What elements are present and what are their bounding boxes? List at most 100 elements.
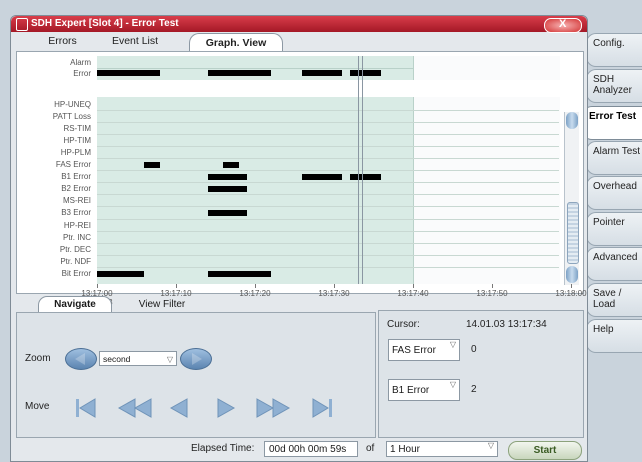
start-button[interactable]: Start xyxy=(508,441,582,460)
main-window: SDH Expert [Slot 4] - Error Test X Error… xyxy=(10,15,588,440)
event-bar xyxy=(302,70,342,76)
event-bar xyxy=(144,162,161,169)
skip-end-icon xyxy=(312,398,332,418)
counter-select-1[interactable]: FAS Error ▽ xyxy=(388,339,460,361)
skip-start-icon xyxy=(76,398,96,418)
tab-overhead[interactable]: Overhead xyxy=(586,176,642,210)
grid-line xyxy=(97,146,559,148)
row-label-b1-error: B1 Error xyxy=(61,172,91,182)
grid-line xyxy=(97,230,559,232)
tick-mark xyxy=(97,284,98,288)
duration-value: 1 Hour xyxy=(390,444,421,455)
move-back-button[interactable] xyxy=(167,397,191,419)
tab-label: SDH Analyzer xyxy=(593,74,632,96)
row-label-alarm: Alarm xyxy=(70,58,91,67)
tick-mark xyxy=(492,284,493,288)
zoom-in-button[interactable] xyxy=(180,348,212,370)
zoom-select[interactable]: second ▽ xyxy=(99,351,177,366)
chevron-down-icon: ▽ xyxy=(449,380,456,389)
grid-line xyxy=(97,206,559,208)
scroll-down-icon[interactable] xyxy=(566,266,578,283)
event-bar xyxy=(97,70,161,76)
row-label-ptr-dec: Ptr. DEC xyxy=(59,244,91,254)
tab-label: Save / Load xyxy=(593,288,622,310)
grid-line xyxy=(97,110,559,112)
grid-line xyxy=(97,134,559,136)
app-icon xyxy=(16,18,28,31)
cursor-label: Cursor: xyxy=(387,319,420,330)
row-label-ptr-inc: Ptr. INC xyxy=(62,232,91,242)
error-graph: Alarm Error HP-UNEQ PATT Loss RS-TIM HP-TIM… xyxy=(16,51,587,307)
row-label-rs-tim: RS-TIM xyxy=(63,124,91,134)
move-last-button[interactable] xyxy=(309,397,335,419)
tab-label: Alarm Test xyxy=(593,146,641,157)
row-label-fas-error: FAS Error xyxy=(55,160,91,170)
fast-back-icon xyxy=(117,398,152,418)
tab-save-load[interactable]: Save / Load xyxy=(586,283,642,317)
move-label: Move xyxy=(25,401,50,412)
elapsed-time-field: 00d 00h 00m 59s xyxy=(264,441,358,457)
close-button[interactable]: X xyxy=(544,18,582,33)
row-label-hp-tim: HP-TIM xyxy=(63,136,91,146)
tab-event-list[interactable]: Event List xyxy=(95,35,175,50)
tab-advanced[interactable]: Advanced xyxy=(586,247,642,281)
graph-scrollbar[interactable] xyxy=(564,112,579,285)
row-label-ms-rei: MS-REI xyxy=(63,196,91,206)
window-title: SDH Expert [Slot 4] - Error Test xyxy=(31,18,179,29)
event-bar xyxy=(207,70,271,76)
move-fast-forward-button[interactable] xyxy=(253,397,293,419)
row-label-hp-plm: HP-PLM xyxy=(60,148,91,158)
tab-alarm-test[interactable]: Alarm Test xyxy=(586,141,642,175)
event-bar xyxy=(207,270,271,277)
move-forward-button[interactable] xyxy=(214,397,238,419)
event-bar xyxy=(207,186,248,193)
tab-error-test[interactable]: Error Test xyxy=(582,106,642,140)
grid-line xyxy=(97,122,559,124)
event-bar xyxy=(349,70,382,76)
title-bar: SDH Expert [Slot 4] - Error Test X xyxy=(11,16,587,33)
tab-navigate[interactable]: Navigate xyxy=(38,296,112,312)
counter-value: 2 xyxy=(471,384,477,395)
move-fast-back-button[interactable] xyxy=(115,397,155,419)
tab-label: Config. xyxy=(593,38,625,49)
navigate-panel: Zoom second ▽ Move xyxy=(16,312,376,438)
event-bar xyxy=(302,174,342,181)
of-label: of xyxy=(366,443,375,454)
grid-line xyxy=(97,254,559,256)
tab-errors[interactable]: Errors xyxy=(35,35,90,50)
counter-select-2[interactable]: B1 Error ▽ xyxy=(388,379,460,401)
cursor-panel: Cursor: 14.01.03 13:17:34 FAS Error ▽ 0 B… xyxy=(378,310,584,438)
scroll-thumb[interactable] xyxy=(567,202,579,264)
tab-help[interactable]: Help xyxy=(586,319,642,353)
step-forward-icon xyxy=(217,398,236,418)
cursor-value: 14.01.03 13:17:34 xyxy=(466,319,547,330)
duration-select[interactable]: 1 Hour ▽ xyxy=(386,441,498,457)
tab-view-filter[interactable]: View Filter xyxy=(124,297,200,312)
chevron-down-icon: ▽ xyxy=(166,355,173,364)
cursor-line[interactable] xyxy=(358,56,359,284)
grid-line xyxy=(97,170,559,172)
grid-line xyxy=(97,158,559,160)
step-back-icon xyxy=(169,398,188,418)
view-tabs: Errors Event List Graph. View xyxy=(11,33,587,52)
row-label-ptr-ndf: Ptr. NDF xyxy=(60,256,91,266)
scroll-up-icon[interactable] xyxy=(566,112,578,129)
row-label-b3-error: B3 Error xyxy=(61,208,91,218)
zoom-select-value: second xyxy=(103,354,131,364)
tab-sdh-analyzer[interactable]: SDH Analyzer xyxy=(586,69,642,103)
row-label-b2-error: B2 Error xyxy=(61,184,91,194)
tick-mark xyxy=(334,284,335,288)
tick-mark xyxy=(571,284,572,288)
summary-band xyxy=(97,56,413,80)
right-tab-strip: Config. SDH Analyzer Error Test Alarm Te… xyxy=(582,0,642,461)
tab-pointer[interactable]: Pointer xyxy=(586,212,642,246)
tab-graph-view[interactable]: Graph. View xyxy=(189,33,283,52)
cursor-line-2[interactable] xyxy=(362,56,363,284)
tick-mark xyxy=(255,284,256,288)
zoom-out-button[interactable] xyxy=(65,348,97,370)
chevron-down-icon: ▽ xyxy=(487,441,494,450)
fast-forward-icon xyxy=(256,398,291,418)
move-first-button[interactable] xyxy=(73,397,99,419)
tab-config[interactable]: Config. xyxy=(586,33,642,67)
row-label-patt-loss: PATT Loss xyxy=(52,112,91,122)
